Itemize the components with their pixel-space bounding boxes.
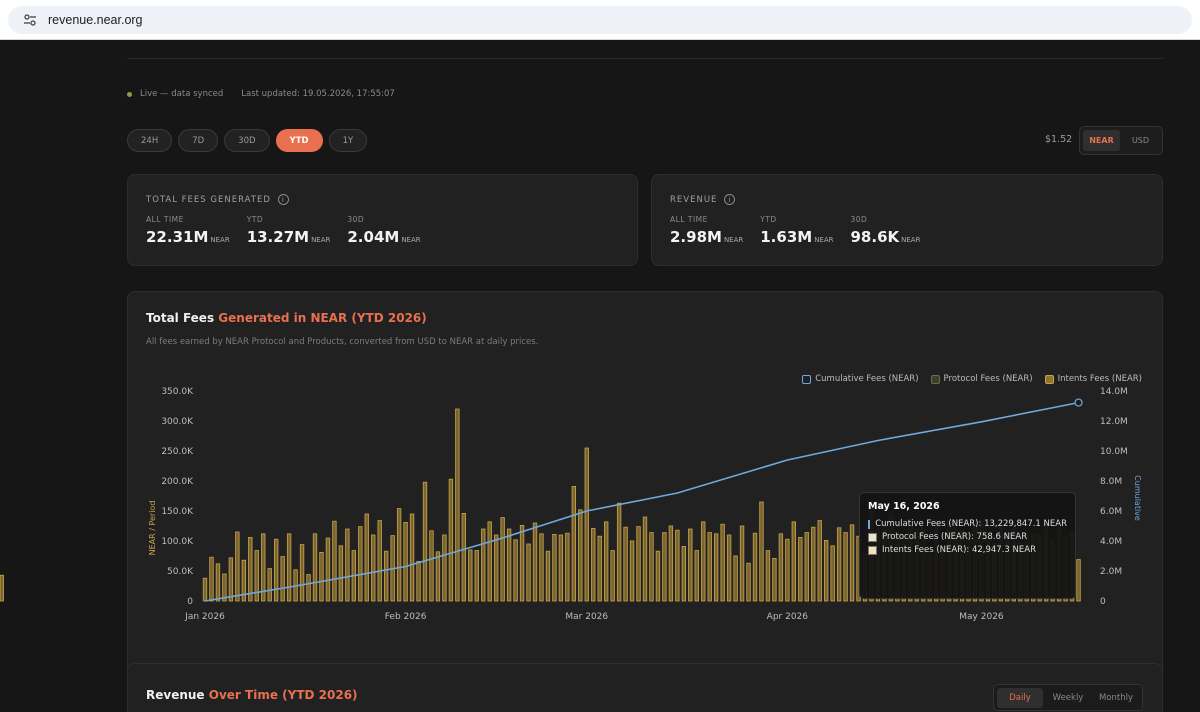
period-monthly-button[interactable]: Monthly [1093, 688, 1139, 708]
currency-toggle: NEAR USD [1079, 126, 1163, 155]
metric-label: ALL TIME [670, 215, 708, 224]
metric-value: 13.27M [246, 228, 310, 246]
tooltip-row-intents: Intents Fees (NEAR): 42,947.3 NEAR [868, 545, 1067, 555]
tooltip-row-protocol: Protocol Fees (NEAR): 758.6 NEAR [868, 532, 1067, 542]
range-ytd-button[interactable]: YTD [275, 129, 323, 152]
metric-unit: NEAR [723, 236, 744, 244]
legend-label: Protocol Fees (NEAR) [943, 374, 1033, 384]
tooltip-swatch-cumulative [868, 519, 871, 529]
header-divider [127, 58, 1163, 59]
currency-near-button[interactable]: NEAR [1083, 130, 1120, 151]
metric-label: YTD [246, 215, 264, 224]
intents-bar[interactable] [0, 574, 4, 602]
revenue-metrics: ALL TIME 2.98M NEAR YTD 1.63M NEAR 30D 98.… [670, 215, 937, 246]
revenue-30d: 30D 98.6K NEAR [851, 215, 921, 246]
metric-value-wrap: 13.27M NEAR [247, 228, 331, 246]
metric-label: ALL TIME [146, 215, 184, 224]
browser-toolbar: revenue.near.org [0, 0, 1200, 40]
revenue-period-toggle: Daily Weekly Monthly [993, 684, 1143, 711]
revenue-title-main: Revenue [146, 688, 205, 702]
legend-label: Intents Fees (NEAR) [1057, 374, 1142, 384]
total-fees-chart-card: Total Fees Generated in NEAR (YTD 2026) … [127, 291, 1163, 683]
tooltip-cumulative: Cumulative Fees (NEAR): 13,229,847.1 NEA… [875, 519, 1067, 529]
legend-label: Cumulative Fees (NEAR) [815, 374, 919, 384]
time-range-selector: 24H 7D 30D YTD 1Y [127, 129, 368, 152]
revenue-chart-title: Revenue Over Time (YTD 2026) [146, 688, 358, 702]
metric-label: 30D [347, 215, 365, 224]
last-updated-text: Last updated: 19.05.2026, 17:55:07 [241, 89, 395, 99]
total-fees-metrics: ALL TIME 22.31M NEAR YTD 13.27M NEAR 30D 2… [146, 215, 438, 246]
legend-protocol[interactable]: Protocol Fees (NEAR) [930, 374, 1033, 384]
revenue-title-wrap: REVENUE i [670, 194, 736, 205]
metric-unit: NEAR [401, 236, 421, 244]
chart-title-accent: Generated in NEAR (YTD 2026) [218, 311, 427, 325]
info-icon[interactable]: i [724, 194, 736, 205]
metric-label: YTD [760, 215, 777, 224]
metric-value: 2.04M [347, 228, 400, 246]
revenue-all-time: ALL TIME 2.98M NEAR [670, 215, 743, 246]
chart-title-main: Total Fees [146, 311, 215, 325]
fees-30d: 30D 2.04M NEAR [347, 215, 420, 246]
fees-all-time: ALL TIME 22.31M NEAR [146, 215, 230, 246]
range-30d-button[interactable]: 30D [224, 129, 270, 152]
chart-subtitle: All fees earned by NEAR Protocol and Pro… [146, 337, 539, 347]
chart-tooltip: May 16, 2026 Cumulative Fees (NEAR): 13,… [859, 492, 1076, 599]
metric-unit: NEAR [814, 236, 834, 244]
total-fees-card: TOTAL FEES GENERATED i ALL TIME 22.31M NE… [127, 174, 638, 266]
dashboard-page: Live — data synced Last updated: 19.05.2… [0, 40, 1200, 712]
period-daily-button[interactable]: Daily [997, 687, 1043, 708]
total-fees-title-wrap: TOTAL FEES GENERATED i [146, 194, 289, 205]
tooltip-protocol: Protocol Fees (NEAR): 758.6 NEAR [882, 532, 1028, 542]
metric-value: 2.98M [670, 228, 722, 246]
metric-label: 30D [850, 215, 868, 224]
legend-intents[interactable]: Intents Fees (NEAR) [1044, 374, 1142, 384]
site-settings-icon[interactable] [22, 12, 38, 28]
revenue-title: REVENUE [670, 194, 718, 205]
revenue-title-accent: Over Time (YTD 2026) [208, 688, 358, 702]
metric-value-wrap: 2.04M NEAR [347, 228, 420, 246]
chart-legend: Cumulative Fees (NEAR) Protocol Fees (NE… [802, 374, 1142, 384]
range-24h-button[interactable]: 24H [127, 129, 173, 152]
info-icon[interactable]: i [277, 194, 289, 205]
range-1y-button[interactable]: 1Y [328, 129, 368, 152]
metric-value-wrap: 2.98M NEAR [670, 228, 743, 246]
tooltip-intents: Intents Fees (NEAR): 42,947.3 NEAR [882, 545, 1036, 555]
chart-title: Total Fees Generated in NEAR (YTD 2026) [146, 311, 427, 325]
url-text[interactable]: revenue.near.org [48, 13, 143, 27]
revenue-ytd: YTD 1.63M NEAR [760, 215, 833, 246]
metric-value-wrap: 98.6K NEAR [851, 228, 921, 246]
tooltip-date: May 16, 2026 [868, 501, 940, 512]
legend-swatch-protocol [930, 374, 940, 384]
metric-value: 1.63M [760, 228, 813, 246]
range-7d-button[interactable]: 7D [178, 129, 219, 152]
metric-unit: NEAR [311, 236, 331, 244]
currency-usd-button[interactable]: USD [1122, 130, 1159, 151]
metric-value: 22.31M [146, 228, 209, 246]
legend-swatch-cumulative [802, 374, 812, 384]
address-bar[interactable]: revenue.near.org [8, 6, 1192, 34]
fees-ytd: YTD 13.27M NEAR [247, 215, 331, 246]
period-weekly-button[interactable]: Weekly [1045, 688, 1091, 708]
tooltip-row-cumulative: Cumulative Fees (NEAR): 13,229,847.1 NEA… [868, 519, 1067, 529]
total-fees-title: TOTAL FEES GENERATED [146, 194, 271, 205]
revenue-card: REVENUE i ALL TIME 2.98M NEAR YTD 1.63M NE… [651, 174, 1163, 266]
near-price: $1.52 [1045, 134, 1073, 145]
sync-status: Live — data synced Last updated: 19.05.2… [127, 89, 395, 99]
metric-value-wrap: 1.63M NEAR [760, 228, 833, 246]
legend-swatch-intents [1044, 374, 1054, 384]
live-status-text: Live — data synced [140, 89, 224, 99]
metric-value: 98.6K [850, 228, 900, 246]
metric-unit: NEAR [901, 236, 921, 244]
metric-unit: NEAR [210, 236, 230, 244]
metric-value-wrap: 22.31M NEAR [146, 228, 230, 246]
tooltip-swatch-protocol [868, 532, 877, 542]
legend-cumulative[interactable]: Cumulative Fees (NEAR) [802, 374, 919, 384]
tooltip-swatch-intents [868, 545, 877, 555]
live-indicator-icon [127, 91, 132, 97]
